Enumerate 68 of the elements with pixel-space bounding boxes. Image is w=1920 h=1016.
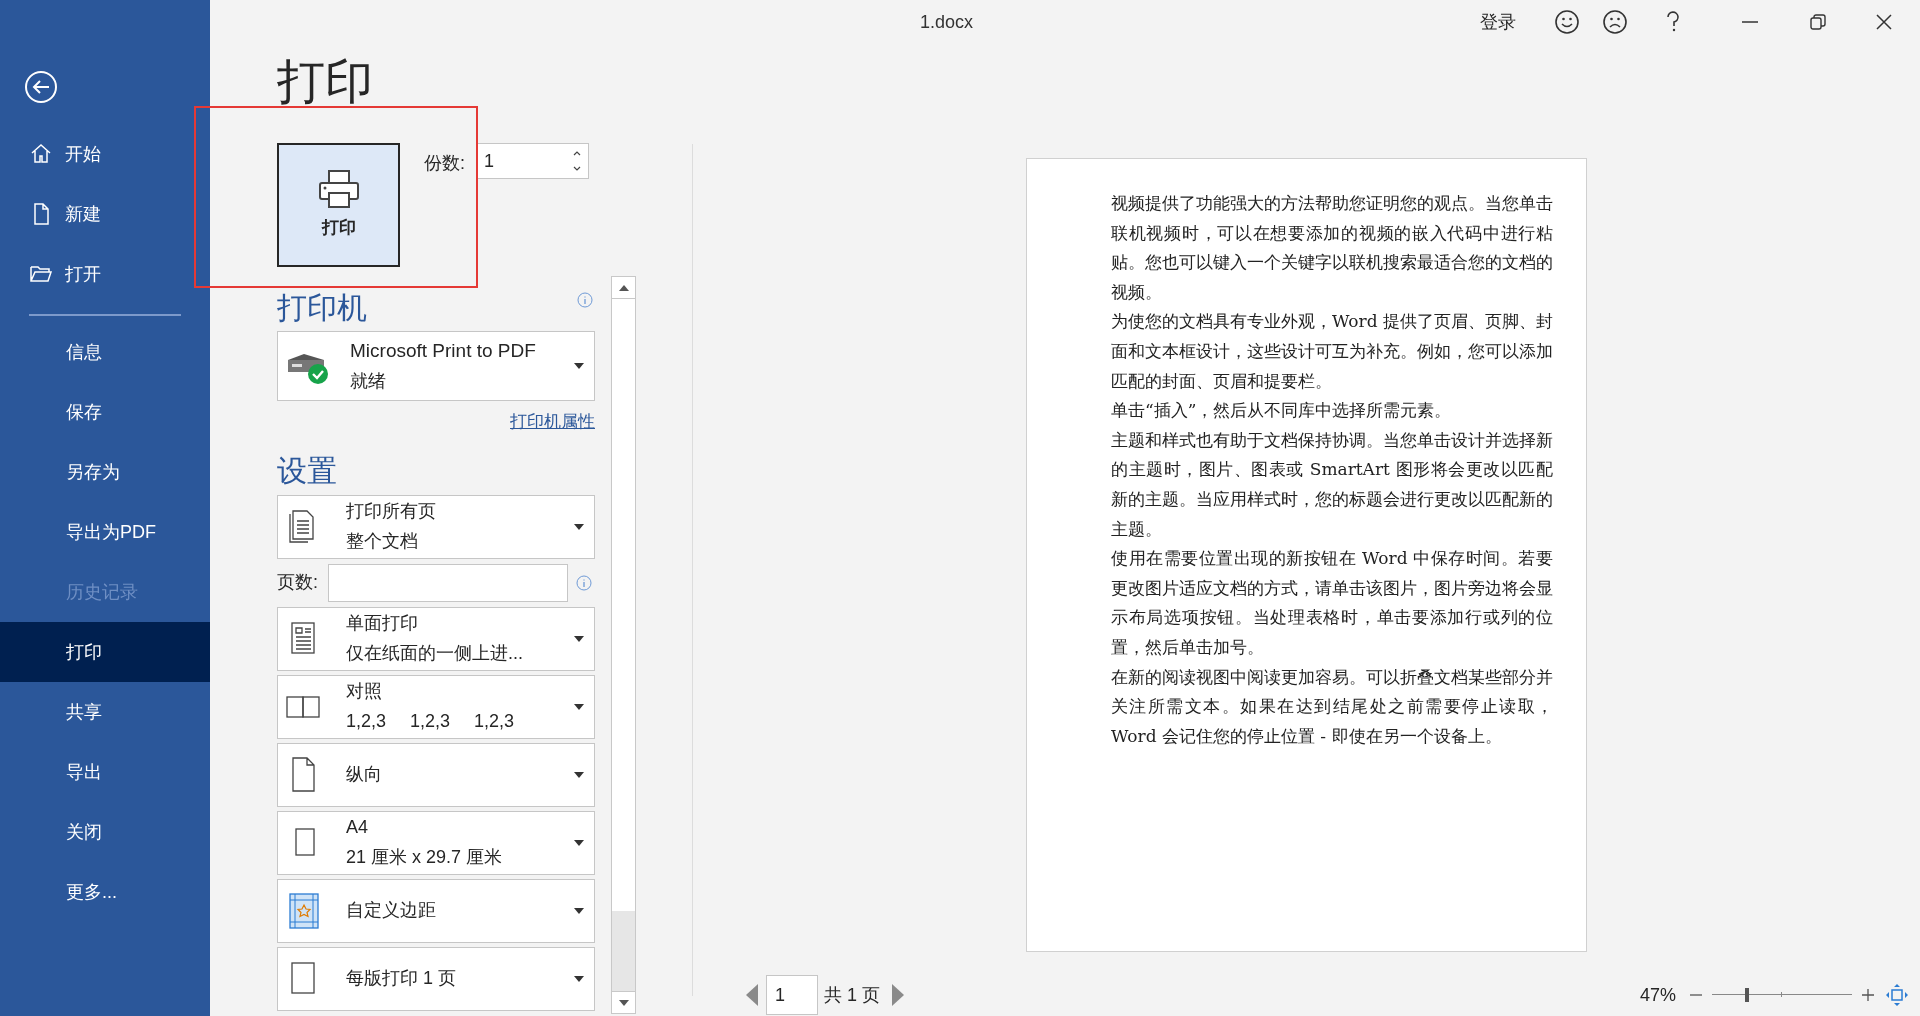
- zoom-slider[interactable]: [1712, 987, 1852, 1003]
- dropdown-caret-icon[interactable]: [574, 523, 584, 530]
- close-icon[interactable]: [1876, 14, 1892, 30]
- printer-status: 就绪: [350, 369, 387, 393]
- fit-page-icon[interactable]: [1886, 984, 1908, 1006]
- sidebar-item[interactable]: 共享: [0, 682, 210, 742]
- sidebar-item[interactable]: 关闭: [0, 802, 210, 862]
- printer-icon: [316, 169, 361, 210]
- sidebar-item[interactable]: 保存: [0, 382, 210, 442]
- sidebar-item[interactable]: 更多...: [0, 862, 210, 922]
- copies-field[interactable]: 1: [477, 143, 589, 179]
- document-paragraph: 视频提供了功能强大的方法帮助您证明您的观点。当您单击联机视频时，可以在想要添加的视频的嵌入代码中进行粘贴。您也可以键入一个关键字以联机搜索最适合您的文档的视频。: [1111, 192, 1553, 304]
- copies-label: 份数:: [424, 152, 465, 175]
- window-title: 1.docx: [920, 10, 974, 34]
- section-heading: 设置: [277, 452, 338, 489]
- zoom-percentage: 47%: [1639, 983, 1676, 1007]
- sign-in-link[interactable]: 登录: [1480, 8, 1516, 36]
- settings-dropdown[interactable]: 打印所有页 整个文档: [277, 494, 595, 559]
- home-icon: [29, 142, 53, 166]
- settings-dropdown[interactable]: A4 21 厘米 x 29.7 厘米: [277, 810, 595, 875]
- zoom-in-icon[interactable]: [1862, 989, 1874, 1001]
- dropdown-caret-icon[interactable]: [574, 363, 584, 369]
- restore-icon[interactable]: [1810, 14, 1826, 30]
- page-range-label: 页数:: [277, 571, 318, 594]
- settings-dropdown[interactable]: 对照 1,2,3 1,2,3 1,2,3: [277, 674, 595, 739]
- printer-name: Microsoft Print to PDF: [350, 339, 537, 364]
- scroll-down-icon[interactable]: [618, 999, 629, 1006]
- next-page-icon[interactable]: [892, 984, 904, 1006]
- previous-page-icon[interactable]: [746, 984, 758, 1006]
- printer-properties-link[interactable]: 打印机属性: [510, 409, 595, 435]
- help-icon[interactable]: [1666, 11, 1680, 33]
- sidebar-item[interactable]: 打开: [0, 244, 210, 304]
- print-button[interactable]: 打印: [277, 143, 400, 267]
- sidebar-item[interactable]: 另存为: [0, 442, 210, 502]
- dropdown-caret-icon[interactable]: [574, 907, 584, 914]
- page-count: 共 1 页: [824, 983, 880, 1007]
- dropdown-caret-icon[interactable]: [574, 975, 584, 982]
- page-heading: 打印: [277, 54, 374, 110]
- sidebar-item[interactable]: 导出: [0, 742, 210, 802]
- settings-dropdown[interactable]: 单面打印 仅在纸面的一侧上进...: [277, 606, 595, 671]
- sidebar-item[interactable]: 导出为PDF: [0, 502, 210, 562]
- page-number-field[interactable]: 1: [766, 975, 818, 1015]
- document-paragraph: 主题和样式也有助于文档保持协调。当您单击设计并选择新的主题时，图片、图表或 SmartArt 图形将会更改以匹配新的主题。当应用样式时，您的标题会进行更改以匹配新的主题。: [1111, 428, 1553, 541]
- settings-dropdown[interactable]: 纵向: [277, 742, 595, 807]
- document-paragraph: 在新的阅读视图中阅读更加容易。可以折叠文档某些部分并关注所需文本。如果在达到结尾处之前需要停止读取，Word 会记住您的停止位置 - 即使在另一个设备上。: [1111, 665, 1553, 748]
- sidebar-item[interactable]: 开始: [0, 124, 210, 184]
- printer-dropdown[interactable]: Microsoft Print to PDF 就绪: [277, 331, 595, 401]
- document-paragraph: 单击“插入”，然后从不同库中选择所需元素。: [1111, 399, 1453, 423]
- smiley-icon[interactable]: [1554, 9, 1580, 35]
- dropdown-caret-icon[interactable]: [574, 703, 584, 710]
- back-icon[interactable]: [24, 70, 58, 104]
- scrollbar[interactable]: [611, 276, 636, 1014]
- dropdown-caret-icon[interactable]: [574, 771, 584, 778]
- sidebar-item[interactable]: 打印: [0, 622, 210, 682]
- section-heading: 打印机: [277, 290, 367, 326]
- scroll-up-icon[interactable]: [618, 284, 629, 291]
- dropdown-caret-icon[interactable]: [574, 839, 584, 846]
- zoom-slider-thumb[interactable]: [1744, 988, 1749, 1002]
- settings-dropdown[interactable]: 每版打印 1 页: [277, 946, 595, 1011]
- document-paragraph: 为使您的文档具有专业外观，Word 提供了页眉、页脚、封面和文本框设计，这些设计可互为补充。例如，您可以添加匹配的封面、页眉和提要栏。: [1111, 310, 1553, 393]
- frown-icon[interactable]: [1602, 9, 1628, 35]
- settings-dropdown[interactable]: 自定义边距: [277, 878, 595, 943]
- sidebar-item[interactable]: 新建: [0, 184, 210, 244]
- document-paragraph: 使用在需要位置出现的新按钮在 Word 中保存时间。若要更改图片适应文档的方式，请单击该图片，图片旁边将会显示布局选项按钮。当处理表格时，单击要添加行或列的位置，然后单击加号。: [1111, 547, 1553, 659]
- scrollbar-thumb[interactable]: [612, 911, 635, 991]
- page-range-field[interactable]: [328, 563, 568, 602]
- sidebar-item[interactable]: 信息: [0, 322, 210, 382]
- dropdown-caret-icon[interactable]: [574, 635, 584, 642]
